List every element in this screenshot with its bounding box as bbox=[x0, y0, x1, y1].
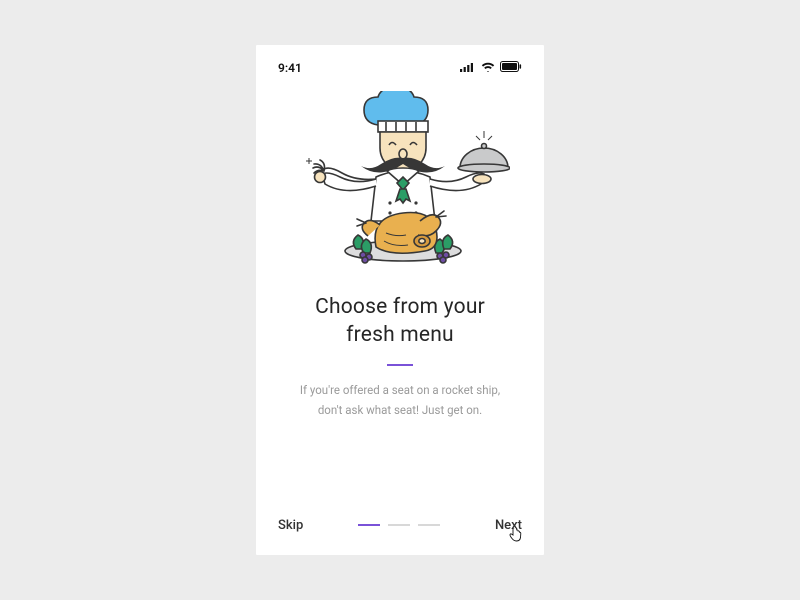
battery-icon bbox=[500, 61, 522, 75]
cursor-pointer-icon bbox=[509, 528, 522, 547]
onboarding-footer: Skip Next bbox=[278, 513, 522, 537]
status-time: 9:41 bbox=[278, 61, 302, 75]
page-title: Choose from your fresh menu bbox=[278, 293, 522, 350]
status-icons bbox=[460, 61, 522, 75]
accent-divider bbox=[387, 364, 413, 366]
body-text: If you're offered a seat on a rocket shi… bbox=[278, 380, 522, 421]
onboarding-content: Choose from your fresh menu If you're of… bbox=[278, 293, 522, 513]
signal-icon bbox=[460, 61, 476, 75]
page-indicator-3[interactable] bbox=[418, 524, 440, 526]
skip-button[interactable]: Skip bbox=[278, 518, 303, 533]
title-line-1: Choose from your bbox=[315, 295, 485, 319]
status-bar: 9:41 bbox=[278, 59, 522, 77]
body-line-2: don't ask what seat! Just get on. bbox=[318, 403, 482, 417]
onboarding-screen: 9:41 bbox=[256, 45, 544, 555]
page-indicator-2[interactable] bbox=[388, 524, 410, 526]
title-line-2: fresh menu bbox=[346, 323, 454, 347]
page-indicator-1[interactable] bbox=[358, 524, 380, 526]
chef-illustration bbox=[278, 91, 522, 281]
body-line-1: If you're offered a seat on a rocket shi… bbox=[300, 383, 500, 397]
pagination-dots bbox=[358, 524, 440, 526]
wifi-icon bbox=[481, 61, 495, 75]
